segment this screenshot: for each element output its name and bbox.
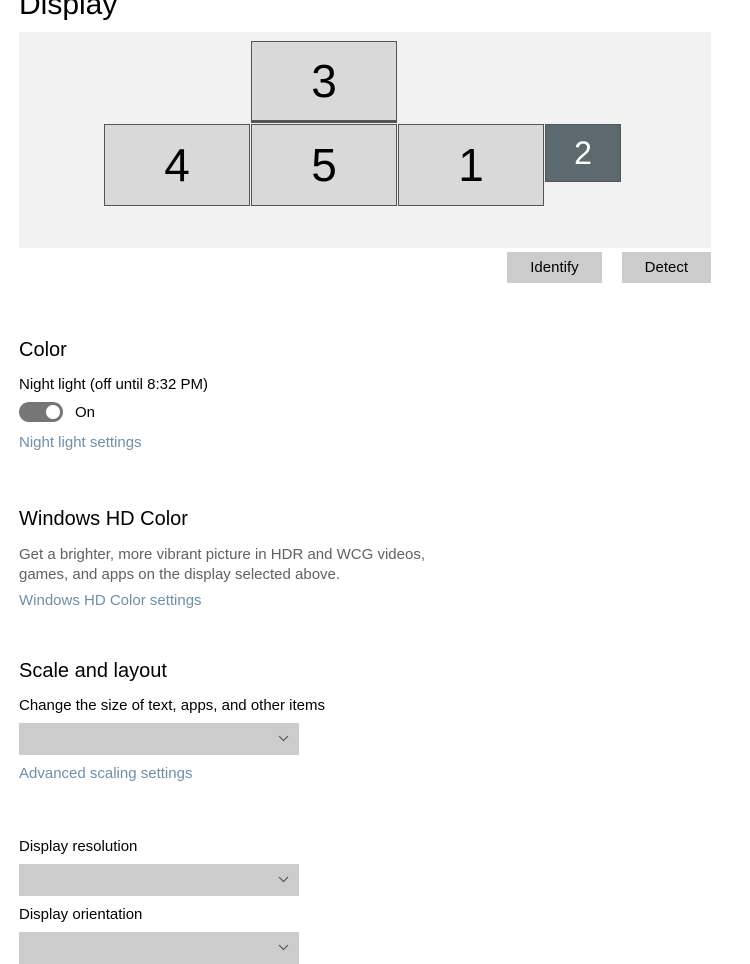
text-size-label: Change the size of text, apps, and other… [19,697,731,714]
monitor-tile-5[interactable]: 5 [251,124,397,206]
hd-color-heading: Windows HD Color [19,508,731,531]
identify-button[interactable]: Identify [507,252,601,283]
chevron-down-icon [277,874,289,886]
detect-button[interactable]: Detect [622,252,711,283]
orientation-dropdown[interactable] [19,932,299,964]
night-light-toggle[interactable] [19,402,63,422]
monitor-tile-3[interactable]: 3 [251,41,397,123]
display-arrangement-area[interactable]: 3 4 5 1 2 [19,32,711,248]
scale-layout-heading: Scale and layout [19,660,731,683]
night-light-toggle-state: On [75,404,95,421]
night-light-label: Night light (off until 8:32 PM) [19,376,731,393]
chevron-down-icon [277,942,289,954]
advanced-scaling-link[interactable]: Advanced scaling settings [19,765,192,782]
resolution-label: Display resolution [19,838,731,855]
toggle-knob [46,405,60,419]
hd-color-settings-link[interactable]: Windows HD Color settings [19,592,202,609]
monitor-tile-2[interactable]: 2 [545,124,621,182]
text-size-dropdown[interactable] [19,723,299,755]
page-title: Display [19,0,731,22]
orientation-label: Display orientation [19,906,731,923]
chevron-down-icon [277,733,289,745]
color-heading: Color [19,339,731,362]
monitor-tile-1[interactable]: 1 [398,124,544,206]
night-light-settings-link[interactable]: Night light settings [19,434,142,451]
hd-color-description: Get a brighter, more vibrant picture in … [19,545,449,586]
resolution-dropdown[interactable] [19,864,299,896]
monitor-tile-4[interactable]: 4 [104,124,250,206]
